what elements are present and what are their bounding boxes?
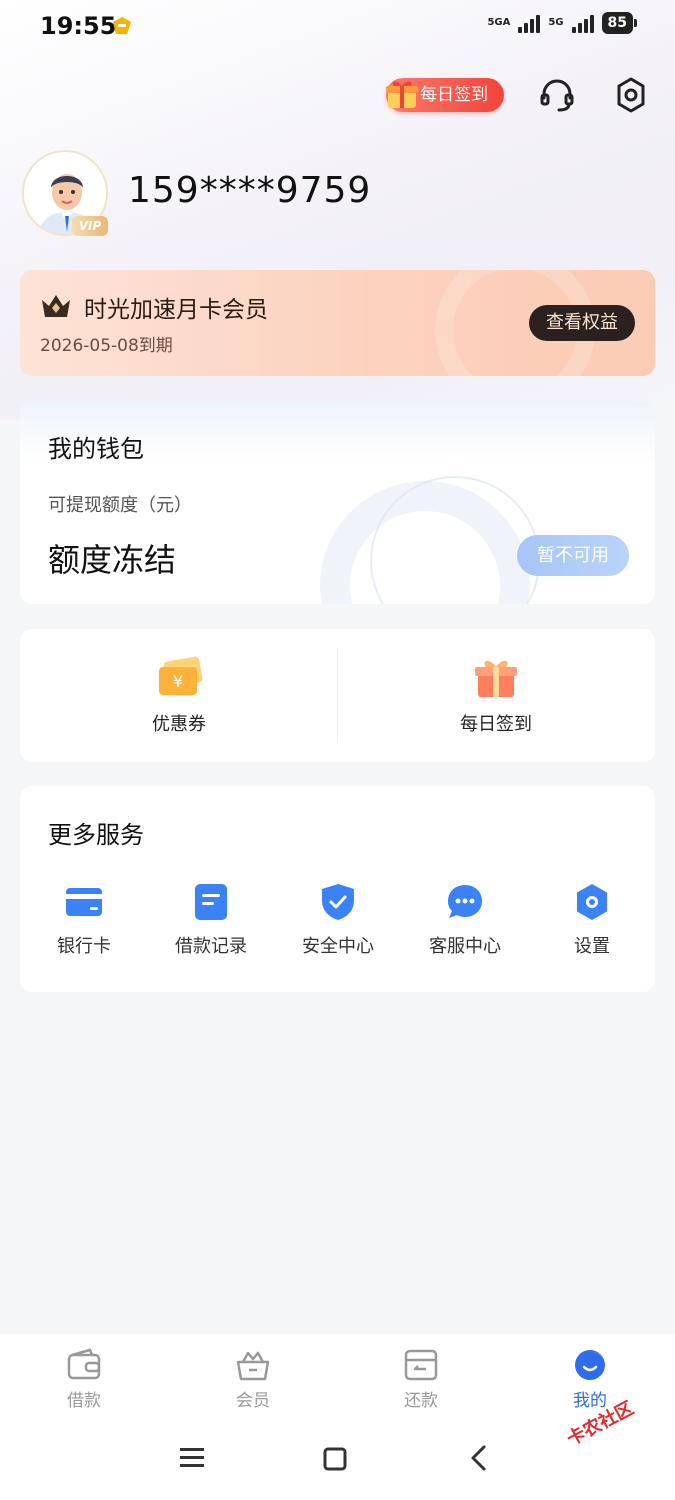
gear-icon[interactable] <box>612 76 650 114</box>
withdraw-disabled-button[interactable]: 暂不可用 <box>517 535 629 576</box>
back-icon[interactable] <box>468 1444 488 1472</box>
view-benefits-button[interactable]: 查看权益 <box>529 305 635 341</box>
nav-member-label: 会员 <box>236 1391 270 1411</box>
membership-title: 时光加速月卡会员 <box>84 297 268 323</box>
menu-icon[interactable] <box>178 1446 206 1470</box>
service-customer-service[interactable]: 客服中心 <box>410 932 520 958</box>
service-security-center[interactable]: 安全中心 <box>283 932 393 958</box>
home-icon[interactable] <box>322 1446 348 1472</box>
gift-icon <box>386 81 418 108</box>
user-phone: 159****9759 <box>128 170 372 211</box>
document-icon[interactable] <box>191 882 231 922</box>
nav-member[interactable]: 会员 <box>198 1348 308 1411</box>
signal-icon <box>571 13 594 33</box>
gift-icon[interactable] <box>472 655 520 699</box>
wallet-subtitle: 可提现额度（元） <box>48 495 192 516</box>
wallet-icon <box>67 1348 101 1380</box>
status-time: 19:55 <box>40 12 117 40</box>
svg-text:¥: ¥ <box>173 672 183 691</box>
notification-app-icon <box>113 17 131 34</box>
crown-basket-icon <box>236 1351 270 1381</box>
coupon-label[interactable]: 优惠券 <box>100 710 258 736</box>
shield-icon[interactable] <box>318 882 358 922</box>
status-indicators: 5GA 5G 85 <box>487 12 638 34</box>
services-title: 更多服务 <box>48 821 144 849</box>
daily-checkin-label[interactable]: 每日签到 <box>417 710 575 736</box>
nav-loan-label: 借款 <box>67 1391 101 1411</box>
network-type-1: 5GA <box>487 17 511 28</box>
crown-icon <box>42 295 70 317</box>
quick-actions <box>20 629 655 762</box>
nav-repay[interactable]: 还款 <box>366 1348 476 1411</box>
battery-indicator: 85 <box>601 12 638 34</box>
chat-icon[interactable] <box>445 882 485 922</box>
gear-icon[interactable] <box>572 882 612 922</box>
wallet-value: 额度冻结 <box>48 541 177 579</box>
nav-loan[interactable]: 借款 <box>29 1348 139 1411</box>
signal-icon <box>518 13 541 33</box>
vip-badge: VIP <box>72 216 108 236</box>
network-type-2: 5G <box>548 17 564 28</box>
divider <box>337 649 338 742</box>
nav-repay-label: 还款 <box>404 1391 438 1411</box>
coupon-icon[interactable]: ¥ <box>155 655 203 699</box>
headset-icon[interactable] <box>538 76 576 114</box>
service-bank-card[interactable]: 银行卡 <box>29 932 139 958</box>
membership-expire: 2026-05-08到期 <box>40 336 173 356</box>
service-loan-records[interactable]: 借款记录 <box>156 932 266 958</box>
profile-icon <box>575 1350 605 1380</box>
bank-card-icon[interactable] <box>64 882 104 922</box>
service-settings[interactable]: 设置 <box>537 932 647 958</box>
wallet-title: 我的钱包 <box>48 435 144 463</box>
repay-icon <box>404 1349 438 1381</box>
